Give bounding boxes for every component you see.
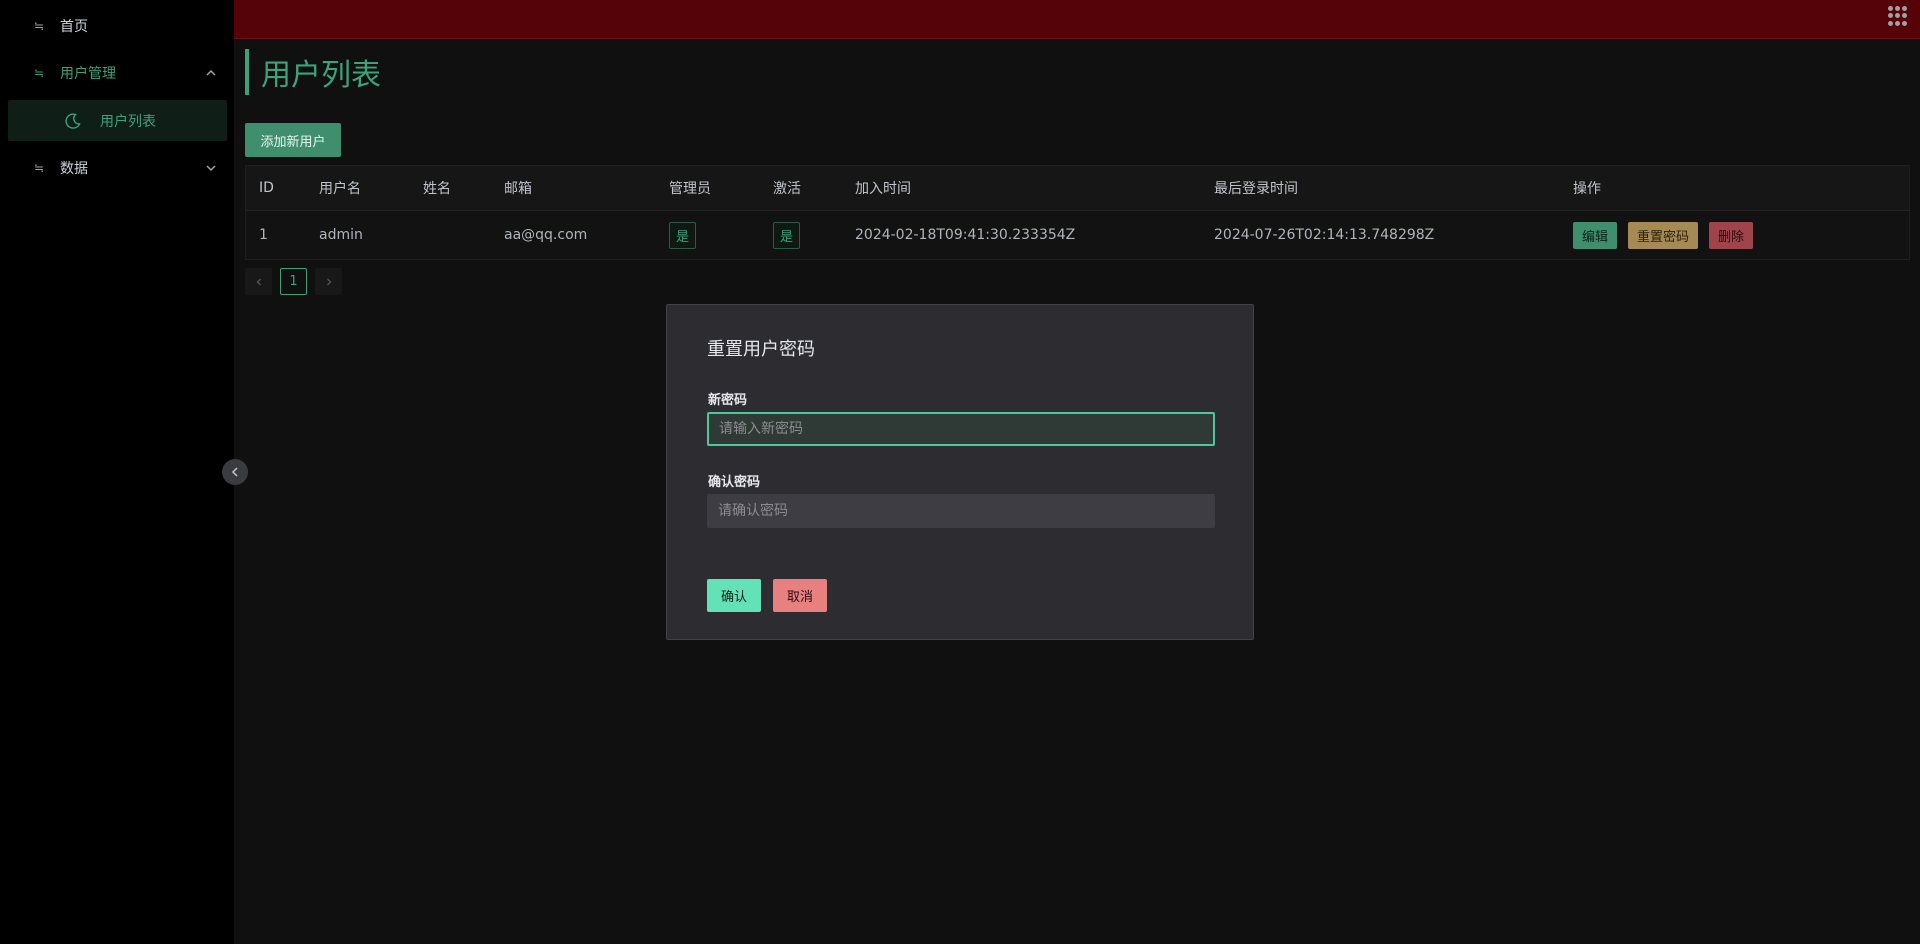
cell-joined: 2024-02-18T09:41:30.233354Z [855,227,1076,243]
page-number-button[interactable]: 1 [280,268,307,295]
add-user-button[interactable]: 添加新用户 [245,123,341,157]
sidebar-collapse-button[interactable] [222,459,248,485]
cell-active: 是 [773,211,800,259]
column-header-email: 邮箱 [504,181,532,197]
prev-page-button[interactable] [245,268,272,295]
page-title: 用户列表 [261,58,381,93]
moon-icon [65,112,81,129]
delete-button[interactable]: 删除 [1709,221,1754,249]
chevron-left-icon [256,278,261,285]
reset-password-button[interactable]: 重置密码 [1628,221,1699,249]
page-title-bar: 用户列表 [245,49,381,95]
next-page-button[interactable] [315,268,342,295]
sidebar-item-user-management[interactable]: ≒ 用户管理 [0,49,234,97]
edit-button[interactable]: 编辑 [1573,221,1618,249]
chevron-left-icon [231,467,238,477]
cell-id: 1 [259,227,268,243]
sidebar-item-user-list[interactable]: 用户列表 [8,100,227,141]
cell-email: aa@qq.com [504,227,588,243]
cancel-button[interactable]: 取消 [773,579,828,612]
sidebar-item-label: 首页 [60,19,88,35]
active-tag: 是 [773,221,800,249]
sidebar-item-label: 用户管理 [60,66,116,82]
column-header-active: 激活 [773,181,801,197]
cell-admin: 是 [669,211,696,259]
sidebar-item-label: 用户列表 [100,113,156,130]
table-header: ID 用户名 姓名 邮箱 管理员 激活 加入时间 最后登录时间 操作 [246,166,1909,211]
column-header-id: ID [259,180,274,196]
sidebar-item-label: 数据 [60,161,88,177]
menu-icon: ≒ [34,66,44,80]
sidebar-item-home[interactable]: ≒ 首页 [0,2,234,50]
menu-icon: ≒ [34,19,44,33]
chevron-down-icon [206,165,216,172]
column-header-name: 姓名 [423,181,451,197]
cell-actions: 编辑 重置密码 删除 [1573,211,1764,259]
new-password-input[interactable] [707,412,1215,446]
admin-tag: 是 [669,221,696,249]
sidebar-item-data[interactable]: ≒ 数据 [0,144,234,192]
column-header-username: 用户名 [319,181,361,197]
column-header-actions: 操作 [1573,181,1601,197]
confirm-password-label: 确认密码 [708,475,761,490]
dialog-title: 重置用户密码 [707,339,815,360]
apps-grid-icon[interactable] [1888,6,1908,26]
table-row: 1 admin aa@qq.com 是 是 2024-02-18T09:41:3… [246,211,1909,259]
sidebar: ≒ 首页 ≒ 用户管理 用户列表 ≒ 数据 [0,0,234,944]
confirm-button[interactable]: 确认 [707,579,762,612]
column-header-admin: 管理员 [669,181,711,197]
cell-username: admin [319,227,363,243]
new-password-label: 新密码 [708,393,748,408]
chevron-up-icon [206,69,216,76]
user-table: ID 用户名 姓名 邮箱 管理员 激活 加入时间 最后登录时间 操作 1 adm… [245,165,1910,260]
reset-password-dialog: 重置用户密码 新密码 确认密码 确认 取消 [666,304,1254,640]
column-header-joined: 加入时间 [855,181,911,197]
column-header-last-login: 最后登录时间 [1214,181,1298,197]
top-header [234,0,1920,39]
confirm-password-input[interactable] [707,494,1215,528]
chevron-right-icon [326,278,331,285]
menu-icon: ≒ [34,161,44,175]
cell-last-login: 2024-07-26T02:14:13.748298Z [1214,227,1435,243]
